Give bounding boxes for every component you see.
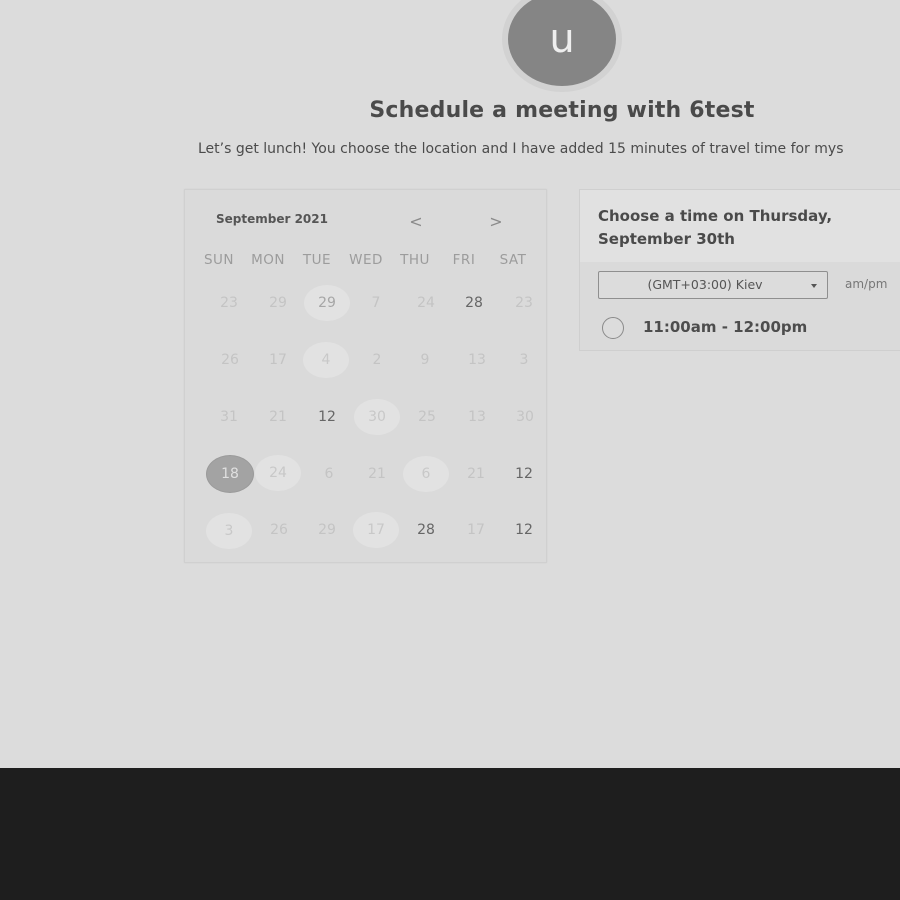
host-avatar: u <box>508 0 616 86</box>
page-title: Schedule a meeting with 6test <box>369 98 755 123</box>
calendar-day-available[interactable]: 29 <box>304 285 350 321</box>
weekday-wed: WED <box>349 252 383 268</box>
time-format-toggle[interactable]: am/pm <box>845 277 887 291</box>
timezone-value: (GMT+03:00) Kiev <box>647 277 763 292</box>
calendar-day: 3 <box>519 352 529 368</box>
scheduling-page: u Schedule a meeting with 6test Let’s ge… <box>0 0 900 768</box>
calendar-day: 23 <box>515 295 533 311</box>
calendar-day: 24 <box>417 295 435 311</box>
calendar-day: 9 <box>420 352 430 368</box>
month-label: September 2021 <box>216 212 328 226</box>
meeting-description: Let’s get lunch! You choose the location… <box>198 141 844 157</box>
time-panel-title: Choose a time on Thursday, September 30t… <box>598 207 833 248</box>
calendar-day: 26 <box>270 522 288 538</box>
calendar-day: 28 <box>465 295 483 311</box>
calendar-day: 21 <box>269 409 287 425</box>
calendar-day-available[interactable]: 24 <box>255 455 301 491</box>
calendar-day-available[interactable]: 6 <box>403 456 449 492</box>
calendar-day: 21 <box>368 466 386 482</box>
weekday-sun: SUN <box>203 252 235 268</box>
time-selection-panel: Choose a time on Thursday, September 30t… <box>579 189 900 351</box>
prev-month-icon[interactable]: < <box>406 212 426 232</box>
calendar-day: 28 <box>417 522 435 538</box>
calendar-day: 29 <box>318 522 336 538</box>
timezone-select[interactable]: (GMT+03:00) Kiev <box>598 271 828 299</box>
calendar-day-available[interactable]: 4 <box>303 342 349 378</box>
calendar-day: 2 <box>372 352 382 368</box>
weekday-tue: TUE <box>302 252 332 268</box>
calendar-day: 12 <box>515 466 533 482</box>
calendar-day: 31 <box>220 409 238 425</box>
weekday-mon: MON <box>251 252 285 268</box>
calendar-day: 21 <box>467 466 485 482</box>
calendar-day-available[interactable]: 3 <box>206 513 252 549</box>
calendar-day: 6 <box>324 466 334 482</box>
calendar-day: 30 <box>516 409 534 425</box>
weekday-header: SUN MON TUE WED THU FRI SAT <box>200 252 547 270</box>
calendar-day: 12 <box>515 522 533 538</box>
avatar-initial: u <box>549 16 575 62</box>
weekday-thu: THU <box>400 252 430 268</box>
calendar-day: 17 <box>269 352 287 368</box>
calendar-day: 29 <box>269 295 287 311</box>
calendar-day: 23 <box>220 295 238 311</box>
time-slot-option[interactable]: 11:00am - 12:00pm <box>602 316 900 340</box>
chevron-down-icon <box>811 284 817 288</box>
calendar-day: 26 <box>221 352 239 368</box>
time-panel-header: Choose a time on Thursday, September 30t… <box>580 190 900 262</box>
calendar-day: 25 <box>418 409 436 425</box>
radio-icon[interactable] <box>602 317 624 339</box>
next-month-icon[interactable]: > <box>486 212 506 232</box>
calendar-day: 17 <box>467 522 485 538</box>
weekday-sat: SAT <box>499 252 527 268</box>
calendar-day: 7 <box>371 295 381 311</box>
calendar-day: 13 <box>468 409 486 425</box>
time-slot-label: 11:00am - 12:00pm <box>643 318 808 336</box>
calendar-day-available[interactable]: 30 <box>354 399 400 435</box>
calendar-day: 13 <box>468 352 486 368</box>
calendar-day-available[interactable]: 17 <box>353 512 399 548</box>
bottom-bar <box>0 768 900 900</box>
calendar-day: 12 <box>318 409 336 425</box>
date-picker-calendar: September 2021 < > SUN MON TUE WED THU F… <box>184 189 547 563</box>
calendar-day-selected[interactable]: 18 <box>207 456 253 492</box>
weekday-fri: FRI <box>452 252 476 268</box>
